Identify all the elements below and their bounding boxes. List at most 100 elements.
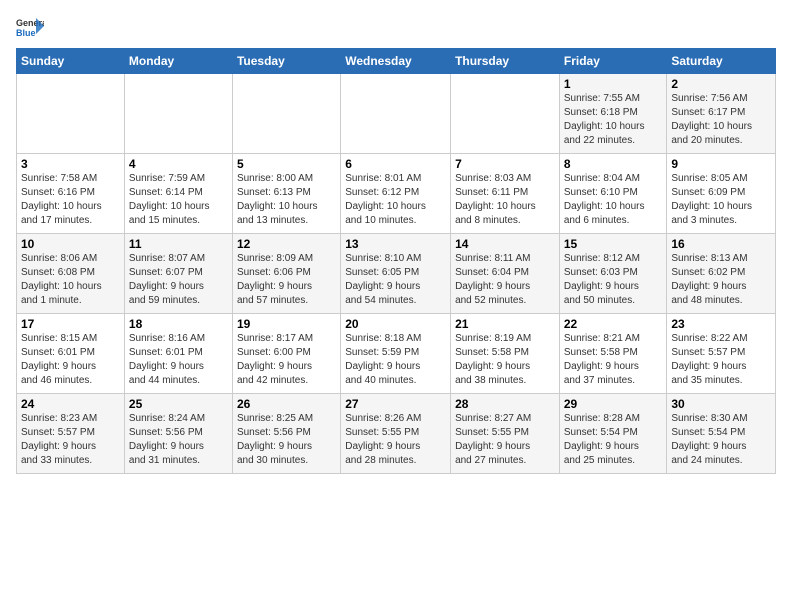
day-number: 16	[671, 237, 771, 251]
calendar-empty-cell	[341, 74, 451, 154]
calendar-day-cell: 24Sunrise: 8:23 AM Sunset: 5:57 PM Dayli…	[17, 394, 125, 474]
day-number: 6	[345, 157, 446, 171]
day-info: Sunrise: 8:09 AM Sunset: 6:06 PM Dayligh…	[237, 252, 336, 308]
day-number: 11	[129, 237, 228, 251]
calendar-day-cell: 14Sunrise: 8:11 AM Sunset: 6:04 PM Dayli…	[451, 234, 560, 314]
top-row: General Blue	[16, 16, 776, 42]
day-info: Sunrise: 8:04 AM Sunset: 6:10 PM Dayligh…	[564, 172, 663, 228]
calendar-day-cell: 29Sunrise: 8:28 AM Sunset: 5:54 PM Dayli…	[559, 394, 667, 474]
day-number: 30	[671, 397, 771, 411]
day-info: Sunrise: 7:56 AM Sunset: 6:17 PM Dayligh…	[671, 92, 771, 148]
calendar-day-cell: 7Sunrise: 8:03 AM Sunset: 6:11 PM Daylig…	[451, 154, 560, 234]
day-number: 28	[455, 397, 555, 411]
calendar-week-row: 24Sunrise: 8:23 AM Sunset: 5:57 PM Dayli…	[17, 394, 776, 474]
svg-text:Blue: Blue	[16, 28, 36, 38]
day-number: 15	[564, 237, 663, 251]
calendar-day-cell: 26Sunrise: 8:25 AM Sunset: 5:56 PM Dayli…	[232, 394, 340, 474]
weekday-header-sunday: Sunday	[17, 49, 125, 74]
general-blue-logo-icon: General Blue	[16, 16, 44, 38]
weekday-header-row: SundayMondayTuesdayWednesdayThursdayFrid…	[17, 49, 776, 74]
day-info: Sunrise: 8:22 AM Sunset: 5:57 PM Dayligh…	[671, 332, 771, 388]
calendar-day-cell: 18Sunrise: 8:16 AM Sunset: 6:01 PM Dayli…	[124, 314, 232, 394]
day-number: 17	[21, 317, 120, 331]
calendar-day-cell: 11Sunrise: 8:07 AM Sunset: 6:07 PM Dayli…	[124, 234, 232, 314]
day-number: 1	[564, 77, 663, 91]
calendar-day-cell: 12Sunrise: 8:09 AM Sunset: 6:06 PM Dayli…	[232, 234, 340, 314]
day-number: 14	[455, 237, 555, 251]
day-number: 7	[455, 157, 555, 171]
calendar-day-cell: 15Sunrise: 8:12 AM Sunset: 6:03 PM Dayli…	[559, 234, 667, 314]
day-info: Sunrise: 8:25 AM Sunset: 5:56 PM Dayligh…	[237, 412, 336, 468]
calendar-header: SundayMondayTuesdayWednesdayThursdayFrid…	[17, 49, 776, 74]
day-number: 23	[671, 317, 771, 331]
day-number: 13	[345, 237, 446, 251]
weekday-header-wednesday: Wednesday	[341, 49, 451, 74]
day-number: 27	[345, 397, 446, 411]
calendar-day-cell: 25Sunrise: 8:24 AM Sunset: 5:56 PM Dayli…	[124, 394, 232, 474]
calendar-table: SundayMondayTuesdayWednesdayThursdayFrid…	[16, 48, 776, 474]
calendar-day-cell: 17Sunrise: 8:15 AM Sunset: 6:01 PM Dayli…	[17, 314, 125, 394]
calendar-day-cell: 27Sunrise: 8:26 AM Sunset: 5:55 PM Dayli…	[341, 394, 451, 474]
calendar-day-cell: 3Sunrise: 7:58 AM Sunset: 6:16 PM Daylig…	[17, 154, 125, 234]
weekday-header-tuesday: Tuesday	[232, 49, 340, 74]
calendar-day-cell: 19Sunrise: 8:17 AM Sunset: 6:00 PM Dayli…	[232, 314, 340, 394]
weekday-header-monday: Monday	[124, 49, 232, 74]
day-info: Sunrise: 8:27 AM Sunset: 5:55 PM Dayligh…	[455, 412, 555, 468]
calendar-day-cell: 10Sunrise: 8:06 AM Sunset: 6:08 PM Dayli…	[17, 234, 125, 314]
day-info: Sunrise: 8:03 AM Sunset: 6:11 PM Dayligh…	[455, 172, 555, 228]
day-info: Sunrise: 8:18 AM Sunset: 5:59 PM Dayligh…	[345, 332, 446, 388]
day-info: Sunrise: 8:06 AM Sunset: 6:08 PM Dayligh…	[21, 252, 120, 308]
calendar-day-cell: 4Sunrise: 7:59 AM Sunset: 6:14 PM Daylig…	[124, 154, 232, 234]
calendar-empty-cell	[451, 74, 560, 154]
calendar-empty-cell	[124, 74, 232, 154]
calendar-day-cell: 13Sunrise: 8:10 AM Sunset: 6:05 PM Dayli…	[341, 234, 451, 314]
day-info: Sunrise: 7:55 AM Sunset: 6:18 PM Dayligh…	[564, 92, 663, 148]
day-info: Sunrise: 8:15 AM Sunset: 6:01 PM Dayligh…	[21, 332, 120, 388]
day-info: Sunrise: 7:58 AM Sunset: 6:16 PM Dayligh…	[21, 172, 120, 228]
weekday-header-friday: Friday	[559, 49, 667, 74]
calendar-day-cell: 8Sunrise: 8:04 AM Sunset: 6:10 PM Daylig…	[559, 154, 667, 234]
day-number: 18	[129, 317, 228, 331]
calendar-day-cell: 2Sunrise: 7:56 AM Sunset: 6:17 PM Daylig…	[667, 74, 776, 154]
day-info: Sunrise: 8:30 AM Sunset: 5:54 PM Dayligh…	[671, 412, 771, 468]
calendar-day-cell: 22Sunrise: 8:21 AM Sunset: 5:58 PM Dayli…	[559, 314, 667, 394]
day-info: Sunrise: 8:24 AM Sunset: 5:56 PM Dayligh…	[129, 412, 228, 468]
day-info: Sunrise: 8:00 AM Sunset: 6:13 PM Dayligh…	[237, 172, 336, 228]
day-info: Sunrise: 8:01 AM Sunset: 6:12 PM Dayligh…	[345, 172, 446, 228]
day-number: 5	[237, 157, 336, 171]
calendar-day-cell: 9Sunrise: 8:05 AM Sunset: 6:09 PM Daylig…	[667, 154, 776, 234]
calendar-week-row: 10Sunrise: 8:06 AM Sunset: 6:08 PM Dayli…	[17, 234, 776, 314]
calendar-week-row: 1Sunrise: 7:55 AM Sunset: 6:18 PM Daylig…	[17, 74, 776, 154]
weekday-header-thursday: Thursday	[451, 49, 560, 74]
day-number: 19	[237, 317, 336, 331]
day-number: 8	[564, 157, 663, 171]
day-number: 26	[237, 397, 336, 411]
calendar-day-cell: 30Sunrise: 8:30 AM Sunset: 5:54 PM Dayli…	[667, 394, 776, 474]
day-info: Sunrise: 8:17 AM Sunset: 6:00 PM Dayligh…	[237, 332, 336, 388]
day-number: 3	[21, 157, 120, 171]
calendar-day-cell: 5Sunrise: 8:00 AM Sunset: 6:13 PM Daylig…	[232, 154, 340, 234]
day-info: Sunrise: 8:19 AM Sunset: 5:58 PM Dayligh…	[455, 332, 555, 388]
day-info: Sunrise: 8:21 AM Sunset: 5:58 PM Dayligh…	[564, 332, 663, 388]
day-info: Sunrise: 8:10 AM Sunset: 6:05 PM Dayligh…	[345, 252, 446, 308]
day-number: 25	[129, 397, 228, 411]
day-info: Sunrise: 8:16 AM Sunset: 6:01 PM Dayligh…	[129, 332, 228, 388]
logo: General Blue	[16, 16, 46, 38]
calendar-day-cell: 28Sunrise: 8:27 AM Sunset: 5:55 PM Dayli…	[451, 394, 560, 474]
day-info: Sunrise: 8:28 AM Sunset: 5:54 PM Dayligh…	[564, 412, 663, 468]
day-number: 10	[21, 237, 120, 251]
day-info: Sunrise: 8:07 AM Sunset: 6:07 PM Dayligh…	[129, 252, 228, 308]
day-info: Sunrise: 8:11 AM Sunset: 6:04 PM Dayligh…	[455, 252, 555, 308]
day-info: Sunrise: 8:26 AM Sunset: 5:55 PM Dayligh…	[345, 412, 446, 468]
calendar-day-cell: 6Sunrise: 8:01 AM Sunset: 6:12 PM Daylig…	[341, 154, 451, 234]
calendar-day-cell: 23Sunrise: 8:22 AM Sunset: 5:57 PM Dayli…	[667, 314, 776, 394]
day-number: 24	[21, 397, 120, 411]
day-info: Sunrise: 7:59 AM Sunset: 6:14 PM Dayligh…	[129, 172, 228, 228]
day-number: 29	[564, 397, 663, 411]
weekday-header-saturday: Saturday	[667, 49, 776, 74]
calendar-day-cell: 21Sunrise: 8:19 AM Sunset: 5:58 PM Dayli…	[451, 314, 560, 394]
calendar-week-row: 3Sunrise: 7:58 AM Sunset: 6:16 PM Daylig…	[17, 154, 776, 234]
calendar-day-cell: 1Sunrise: 7:55 AM Sunset: 6:18 PM Daylig…	[559, 74, 667, 154]
day-info: Sunrise: 8:12 AM Sunset: 6:03 PM Dayligh…	[564, 252, 663, 308]
day-number: 9	[671, 157, 771, 171]
